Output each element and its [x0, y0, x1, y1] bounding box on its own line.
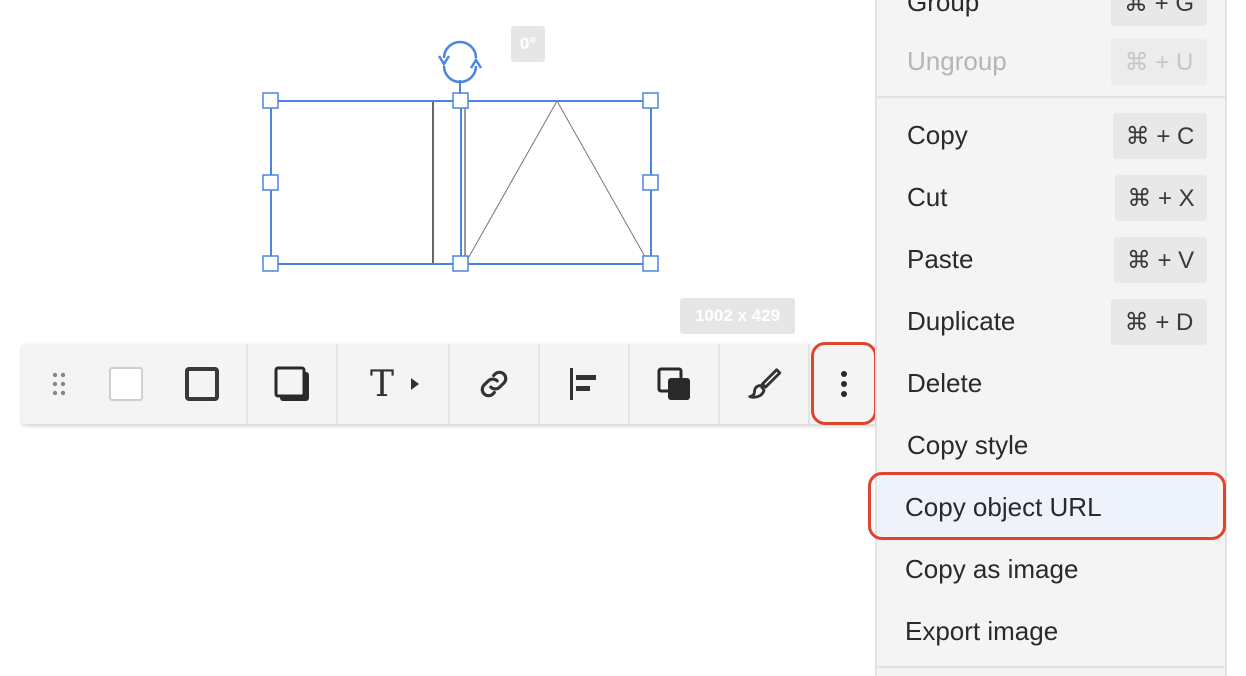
text-button[interactable]: T	[356, 344, 436, 424]
shortcut-badge: ⌘ + C	[1113, 113, 1207, 159]
menu-item-copy-style[interactable]: Copy style	[877, 416, 1225, 474]
triangle-shape[interactable]	[465, 99, 649, 263]
arrange-button[interactable]	[648, 344, 700, 424]
border-square-icon	[185, 367, 219, 401]
selection-box-right	[460, 100, 652, 265]
shortcut-badge: ⌘ + X	[1115, 175, 1207, 221]
selection-layer	[262, 40, 659, 272]
shadow-button[interactable]	[266, 344, 318, 424]
resize-handle[interactable]	[642, 255, 659, 272]
caret-right-icon	[411, 378, 419, 390]
shape-toolbar: T	[22, 344, 880, 424]
menu-item-label: Ungroup	[907, 46, 1007, 76]
rotation-badge: 0°	[511, 26, 545, 62]
shortcut-badge: ⌘ + D	[1111, 299, 1207, 345]
menu-item-label: Copy style	[907, 430, 1029, 460]
menu-item-label: Duplicate	[907, 306, 1016, 336]
link-icon	[480, 370, 508, 398]
paintbrush-icon	[748, 368, 782, 399]
menu-item-duplicate[interactable]: Duplicate ⌘ + D	[877, 292, 1225, 350]
style-button[interactable]	[738, 344, 790, 424]
shortcut-badge: ⌘ + V	[1114, 237, 1207, 283]
align-left-icon	[570, 368, 596, 400]
menu-item-label: Paste	[907, 244, 974, 274]
resize-handle[interactable]	[262, 255, 279, 272]
menu-item-group[interactable]: Group ⌘ + G	[877, 0, 1225, 31]
fill-swatch-icon	[109, 367, 143, 401]
size-badge: 1002 x 429	[680, 298, 795, 334]
highlight-ring	[868, 472, 1226, 540]
drag-dots-icon	[52, 372, 66, 396]
resize-handle[interactable]	[262, 174, 279, 191]
more-options-button[interactable]	[811, 342, 877, 425]
menu-item-label: Copy	[907, 120, 968, 150]
drag-handle[interactable]	[44, 344, 74, 424]
shortcut-badge: ⌘ + U	[1111, 39, 1207, 85]
resize-handle[interactable]	[452, 255, 469, 272]
menu-item-ungroup: Ungroup ⌘ + U	[877, 32, 1225, 90]
fill-color-button[interactable]	[100, 344, 152, 424]
align-button[interactable]	[558, 344, 610, 424]
menu-divider	[877, 96, 1225, 98]
shadow-square-icon	[274, 366, 309, 401]
menu-divider	[877, 666, 1225, 668]
menu-item-label: Group	[907, 0, 980, 17]
menu-item-export-image[interactable]: Export image	[875, 602, 1223, 660]
menu-item-copy[interactable]: Copy ⌘ + C	[877, 106, 1225, 164]
rotate-icon[interactable]	[437, 40, 483, 94]
menu-item-cut[interactable]: Cut ⌘ + X	[877, 168, 1225, 226]
link-button[interactable]	[468, 344, 520, 424]
menu-item-label: Export image	[905, 616, 1059, 646]
shortcut-badge: ⌘ + G	[1111, 0, 1207, 26]
menu-item-label: Copy as image	[905, 554, 1079, 584]
resize-handle[interactable]	[262, 92, 279, 109]
border-button[interactable]	[176, 344, 228, 424]
frame-shape[interactable]	[464, 100, 652, 265]
resize-handle[interactable]	[452, 92, 469, 109]
rectangle-shape[interactable]	[270, 100, 434, 265]
text-t-icon: T	[369, 363, 394, 405]
resize-handle[interactable]	[642, 174, 659, 191]
menu-item-label: Delete	[907, 368, 983, 398]
menu-item-paste[interactable]: Paste ⌘ + V	[877, 230, 1225, 288]
menu-item-copy-as-image[interactable]: Copy as image	[875, 540, 1223, 598]
bring-to-front-icon	[657, 367, 690, 400]
whiteboard-canvas[interactable]: 0° 1002 x 429 T Group ⌘ + G Ungroup ⌘ + …	[0, 0, 1246, 676]
more-vertical-icon	[841, 370, 847, 397]
resize-handle[interactable]	[642, 92, 659, 109]
menu-item-label: Cut	[907, 182, 948, 212]
menu-item-delete[interactable]: Delete	[877, 354, 1225, 412]
